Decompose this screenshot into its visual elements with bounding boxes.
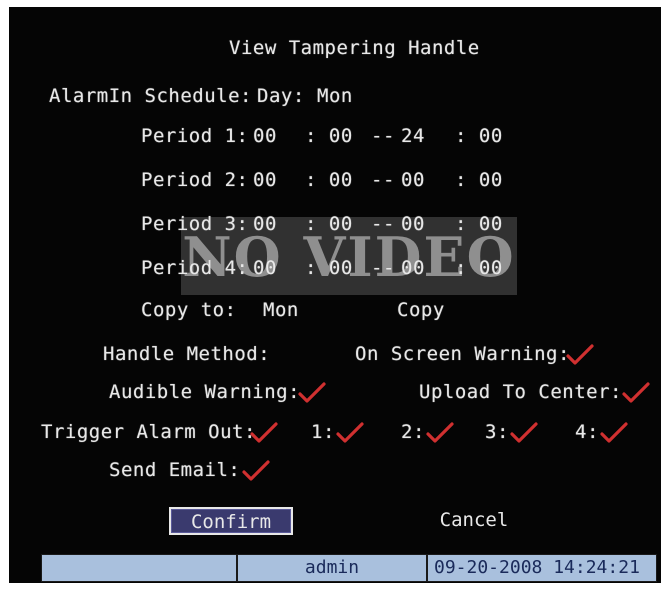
trigger-alarm-out-checkbox[interactable]: [249, 421, 279, 445]
check-icon: [622, 382, 650, 403]
status-segment-empty: [41, 554, 237, 582]
check-icon: [336, 422, 364, 443]
alarm-out-1-label: 1:: [311, 421, 335, 443]
alarm-out-3-checkbox[interactable]: [509, 421, 539, 445]
copy-to-select[interactable]: Mon: [263, 299, 299, 321]
copy-to-label: Copy to:: [141, 299, 237, 321]
alarm-out-4-checkbox[interactable]: [599, 421, 629, 445]
day-select[interactable]: Mon: [317, 85, 353, 107]
period-separator: --: [371, 125, 395, 147]
alarmin-schedule-label: AlarmIn Schedule:: [49, 85, 252, 107]
handle-method-label: Handle Method:: [103, 343, 271, 365]
copy-button[interactable]: Copy: [397, 299, 445, 321]
cancel-button[interactable]: Cancel: [429, 507, 519, 535]
period-end-minute[interactable]: : 00: [455, 257, 503, 279]
alarm-out-2-label: 2:: [401, 421, 425, 443]
alarm-out-2-checkbox[interactable]: [425, 421, 455, 445]
check-icon: [566, 344, 594, 365]
day-label: Day:: [257, 85, 305, 107]
check-icon: [510, 422, 538, 443]
period-end-hour[interactable]: 00: [401, 169, 425, 191]
check-icon: [250, 422, 278, 443]
status-datetime: 09-20-2008 14:24:21: [427, 554, 657, 582]
on-screen-warning-label: On Screen Warning:: [355, 343, 570, 365]
status-bar: admin 09-20-2008 14:24:21: [41, 554, 657, 582]
audible-warning-label: Audible Warning:: [109, 381, 301, 403]
period-end-minute[interactable]: : 00: [455, 125, 503, 147]
alarm-out-1-checkbox[interactable]: [335, 421, 365, 445]
upload-to-center-checkbox[interactable]: [621, 381, 651, 405]
period-end-minute[interactable]: : 00: [455, 169, 503, 191]
period-start-minute[interactable]: : 00: [305, 169, 353, 191]
alarm-out-4-label: 4:: [575, 421, 599, 443]
period-label: Period 2:: [141, 169, 249, 191]
period-end-hour[interactable]: 00: [401, 257, 425, 279]
period-start-minute[interactable]: : 00: [305, 257, 353, 279]
period-start-minute[interactable]: : 00: [305, 213, 353, 235]
period-label: Period 3:: [141, 213, 249, 235]
period-label: Period 4:: [141, 257, 249, 279]
check-icon: [600, 422, 628, 443]
trigger-alarm-out-label: Trigger Alarm Out:: [41, 421, 256, 443]
period-start-hour[interactable]: 00: [253, 169, 277, 191]
check-icon: [242, 460, 270, 481]
period-label: Period 1:: [141, 125, 249, 147]
check-icon: [426, 422, 454, 443]
osd-screen: View Tampering Handle AlarmIn Schedule: …: [7, 5, 663, 585]
period-start-hour[interactable]: 00: [253, 213, 277, 235]
send-email-checkbox[interactable]: [241, 459, 271, 483]
status-user: admin: [237, 554, 427, 582]
period-start-hour[interactable]: 00: [253, 125, 277, 147]
confirm-button[interactable]: Confirm: [169, 507, 293, 535]
period-start-hour[interactable]: 00: [253, 257, 277, 279]
send-email-label: Send Email:: [109, 459, 241, 481]
audible-warning-checkbox[interactable]: [297, 381, 327, 405]
period-separator: --: [371, 169, 395, 191]
period-end-hour[interactable]: 24: [401, 125, 425, 147]
check-icon: [298, 382, 326, 403]
period-separator: --: [371, 213, 395, 235]
on-screen-warning-checkbox[interactable]: [565, 343, 595, 367]
period-separator: --: [371, 257, 395, 279]
period-start-minute[interactable]: : 00: [305, 125, 353, 147]
page-title: View Tampering Handle: [229, 37, 480, 59]
alarm-out-3-label: 3:: [485, 421, 509, 443]
period-end-hour[interactable]: 00: [401, 213, 425, 235]
period-end-minute[interactable]: : 00: [455, 213, 503, 235]
upload-to-center-label: Upload To Center:: [419, 381, 622, 403]
